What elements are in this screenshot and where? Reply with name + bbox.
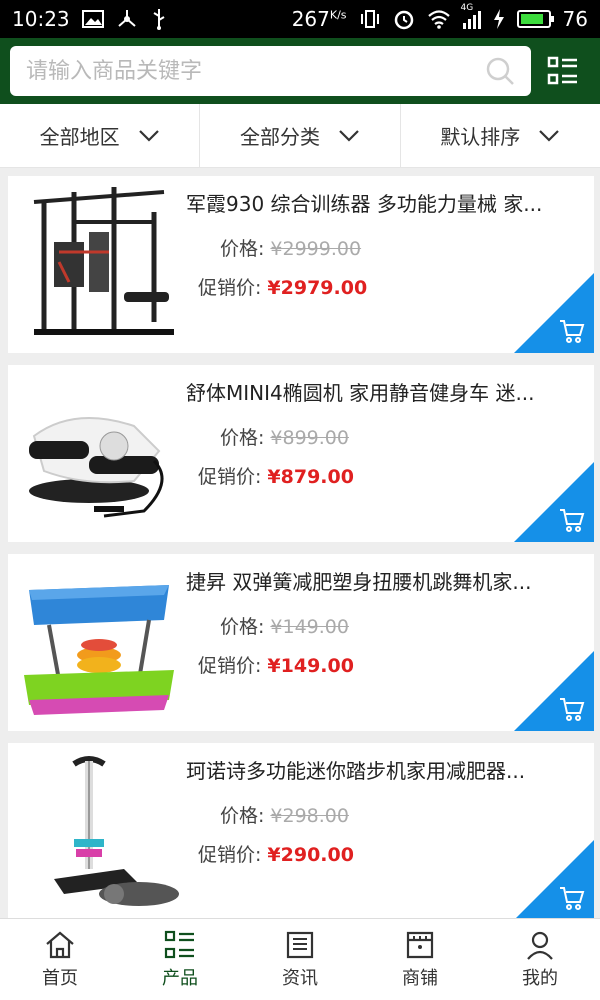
search-icon[interactable]	[485, 56, 515, 86]
charging-icon	[493, 9, 504, 29]
status-time: 10:23	[12, 7, 70, 31]
filter-label: 全部地区	[39, 125, 120, 149]
price-row: 价格: ¥899.00	[220, 427, 349, 449]
product-card[interactable]: 军霞930 综合训练器 多功能力量械 家... 价格: ¥2999.00 促销价:…	[8, 176, 594, 353]
chevron-down-icon	[138, 129, 159, 142]
product-image-elliptical	[14, 371, 184, 536]
promo-price-row: 促销价: ¥290.00	[198, 844, 354, 866]
filter-bar: 全部地区 全部分类 默认排序	[0, 104, 600, 168]
promo-price: ¥290.00	[267, 844, 354, 866]
promo-price: ¥879.00	[267, 466, 354, 488]
nav-label: 首页	[42, 967, 78, 989]
status-bar: 10:23 267K/s 4G 76	[0, 0, 600, 38]
original-price: ¥2999.00	[270, 238, 362, 260]
product-image-stepper	[14, 749, 184, 914]
category-menu-button[interactable]	[536, 46, 591, 96]
add-to-cart-button[interactable]	[514, 462, 594, 542]
list-icon	[164, 930, 194, 958]
filter-region[interactable]: 全部地区	[0, 104, 201, 167]
product-title[interactable]: 舒体MINI4椭圆机 家用静音健身车 迷...	[186, 377, 581, 406]
add-to-cart-button[interactable]	[514, 840, 594, 920]
product-image-multi-gym	[14, 182, 184, 347]
usb-share-icon	[117, 10, 136, 27]
user-icon	[527, 931, 553, 960]
image-notification-icon	[81, 10, 104, 28]
product-list: 军霞930 综合训练器 多功能力量械 家... 价格: ¥2999.00 促销价:…	[8, 176, 594, 932]
wifi-icon	[427, 10, 450, 29]
product-image-twist-board	[14, 560, 184, 725]
product-card[interactable]: 珂诺诗多功能迷你踏步机家用减肥器... 价格: ¥298.00 促销价: ¥290.…	[8, 743, 594, 920]
vibrate-icon	[360, 10, 379, 28]
signal-icon: 4G	[461, 3, 481, 29]
nav-products[interactable]: 产品	[120, 919, 240, 1000]
original-price: ¥899.00	[270, 427, 349, 449]
news-icon	[286, 931, 314, 958]
bottom-nav: 首页 产品 资讯 商铺 我的	[0, 918, 600, 1000]
nav-news[interactable]: 资讯	[240, 919, 360, 1000]
alarm-icon	[394, 10, 413, 30]
original-price: ¥149.00	[270, 616, 349, 638]
promo-price-row: 促销价: ¥879.00	[198, 466, 354, 488]
category-list-icon	[547, 56, 577, 85]
battery-icon	[516, 10, 554, 28]
filter-category[interactable]: 全部分类	[200, 104, 401, 167]
search-input[interactable]	[26, 58, 466, 84]
shop-icon	[406, 931, 434, 958]
original-price: ¥298.00	[270, 805, 349, 827]
product-title[interactable]: 珂诺诗多功能迷你踏步机家用减肥器...	[186, 755, 581, 784]
nav-home[interactable]: 首页	[0, 919, 120, 1000]
price-row: 价格: ¥2999.00	[220, 238, 362, 260]
add-to-cart-button[interactable]	[514, 273, 594, 353]
nav-label: 我的	[522, 967, 558, 989]
nav-mine[interactable]: 我的	[480, 919, 600, 1000]
promo-price: ¥2979.00	[267, 277, 368, 299]
nav-shop[interactable]: 商铺	[360, 919, 480, 1000]
filter-sort[interactable]: 默认排序	[401, 104, 600, 167]
chevron-down-icon	[339, 129, 359, 142]
search-box[interactable]	[10, 46, 531, 96]
usb-icon	[153, 9, 165, 30]
product-card[interactable]: 捷昇 双弹簧减肥塑身扭腰机跳舞机家... 价格: ¥149.00 促销价: ¥149…	[8, 554, 594, 731]
filter-label: 全部分类	[239, 125, 320, 149]
filter-label: 默认排序	[440, 125, 521, 149]
product-card[interactable]: 舒体MINI4椭圆机 家用静音健身车 迷... 价格: ¥899.00 促销价: ¥…	[8, 365, 594, 542]
product-title[interactable]: 捷昇 双弹簧减肥塑身扭腰机跳舞机家...	[186, 566, 581, 595]
price-row: 价格: ¥149.00	[220, 616, 349, 638]
promo-price: ¥149.00	[267, 655, 354, 677]
top-header	[0, 38, 600, 104]
add-to-cart-button[interactable]	[514, 651, 594, 731]
chevron-down-icon	[539, 129, 560, 142]
promo-price-row: 促销价: ¥2979.00	[198, 277, 368, 299]
network-speed: 267K/s	[291, 7, 347, 31]
price-row: 价格: ¥298.00	[220, 805, 349, 827]
nav-label: 资讯	[282, 967, 318, 989]
nav-label: 商铺	[402, 967, 438, 989]
home-icon	[46, 931, 74, 958]
nav-label: 产品	[162, 967, 198, 989]
battery-level: 76	[562, 7, 588, 31]
product-title[interactable]: 军霞930 综合训练器 多功能力量械 家...	[186, 188, 581, 217]
promo-price-row: 促销价: ¥149.00	[198, 655, 354, 677]
